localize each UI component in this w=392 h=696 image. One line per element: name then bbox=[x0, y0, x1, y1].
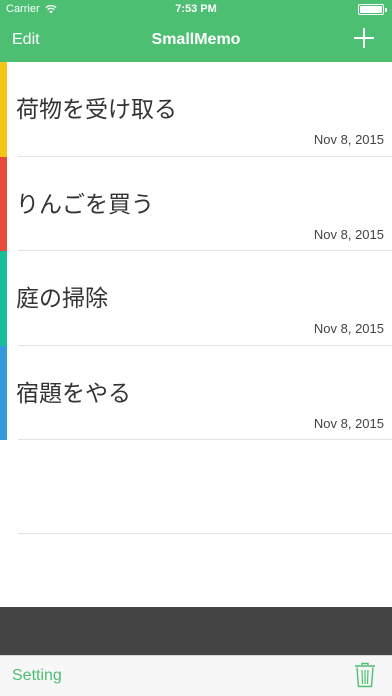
memo-date: Nov 8, 2015 bbox=[313, 321, 384, 336]
memo-list: 荷物を受け取る Nov 8, 2015 りんごを買う Nov 8, 2015 庭… bbox=[0, 62, 392, 440]
battery-icon bbox=[358, 4, 387, 15]
memo-title: 宿題をやる bbox=[16, 380, 131, 407]
memo-color-bar bbox=[0, 62, 7, 157]
memo-title: 荷物を受け取る bbox=[16, 97, 177, 123]
memo-title: りんごを買う bbox=[16, 191, 154, 218]
memo-color-bar bbox=[0, 156, 7, 251]
bottom-toolbar: Setting bbox=[0, 655, 392, 696]
plus-icon[interactable] bbox=[354, 28, 374, 48]
memo-date: Nov 8, 2015 bbox=[313, 132, 384, 147]
status-bar: Carrier 7:53 PM bbox=[0, 0, 392, 20]
dark-strip bbox=[0, 607, 392, 655]
app-title: SmallMemo bbox=[151, 31, 241, 48]
memo-row[interactable]: 庭の掃除 Nov 8, 2015 bbox=[0, 251, 392, 346]
memo-date: Nov 8, 2015 bbox=[313, 415, 384, 431]
memo-row[interactable]: りんごを買う Nov 8, 2015 bbox=[0, 156, 392, 251]
memo-date: Nov 8, 2015 bbox=[313, 226, 384, 242]
row-separator bbox=[18, 439, 392, 440]
memo-row[interactable]: 宿題をやる Nov 8, 2015 bbox=[0, 345, 392, 440]
trash-icon[interactable] bbox=[354, 662, 376, 688]
navigation-bar: Edit SmallMemo bbox=[0, 20, 392, 62]
memo-color-bar bbox=[0, 251, 7, 346]
setting-button[interactable]: Setting bbox=[12, 667, 62, 685]
memo-title: 庭の掃除 bbox=[16, 286, 108, 312]
memo-row[interactable]: 荷物を受け取る Nov 8, 2015 bbox=[0, 62, 392, 157]
status-time: 7:53 PM bbox=[175, 3, 217, 15]
memo-color-bar bbox=[0, 345, 7, 440]
empty-row-separator bbox=[18, 533, 392, 534]
